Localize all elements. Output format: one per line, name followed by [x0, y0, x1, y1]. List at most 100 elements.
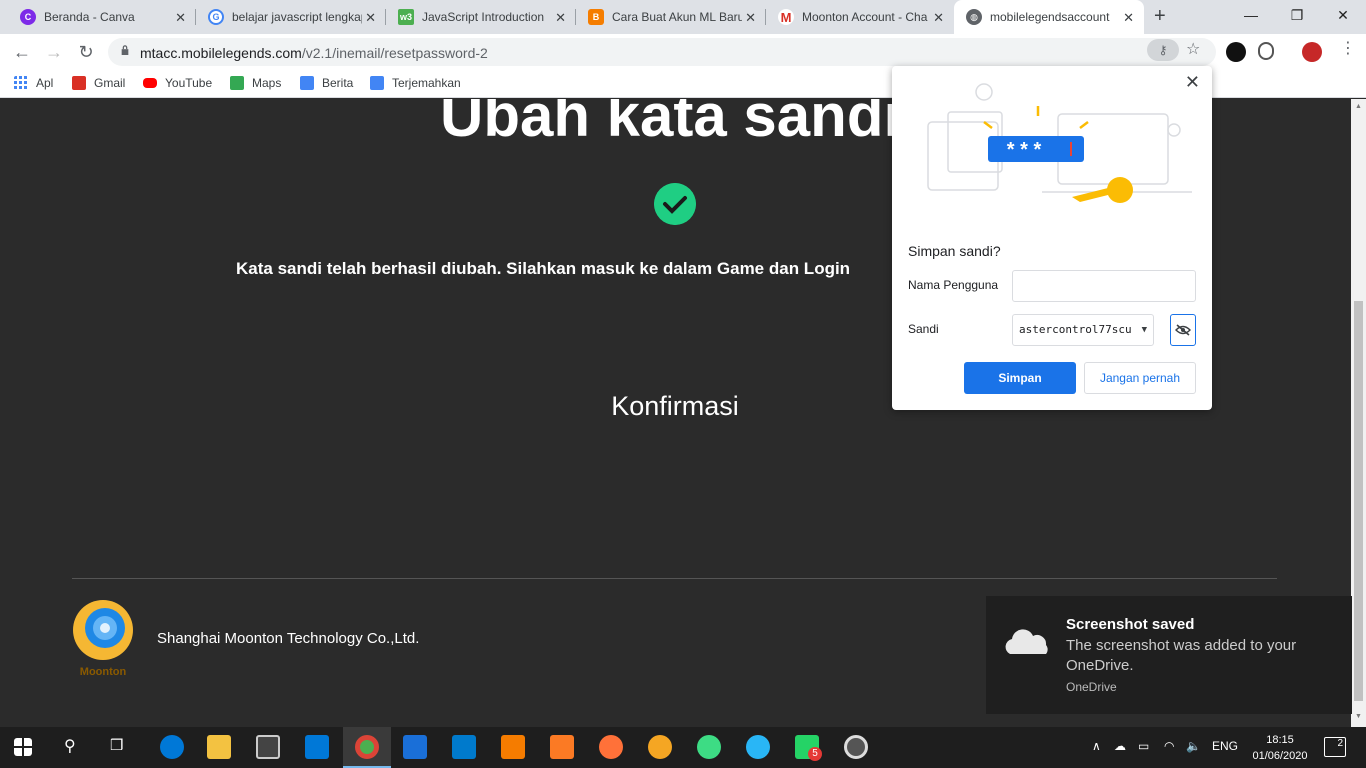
- firefox-icon[interactable]: [599, 735, 623, 759]
- windows-start-icon[interactable]: [14, 738, 32, 756]
- password-label: Sandi: [908, 322, 939, 336]
- forward-button[interactable]: →: [42, 40, 66, 64]
- tab-title: mobilelegendsaccount: [990, 10, 1110, 24]
- clock-time: 18:15: [1266, 734, 1294, 746]
- password-value: astercontrol77scu: [1019, 323, 1132, 336]
- language-indicator[interactable]: ENG: [1212, 739, 1238, 753]
- tab-title: JavaScript Introduction: [422, 10, 545, 24]
- sublime-icon[interactable]: [501, 735, 525, 759]
- vscode-icon[interactable]: [452, 735, 476, 759]
- address-bar[interactable]: mtacc.mobilelegends.com/v2.1/inemail/res…: [108, 38, 1216, 66]
- scroll-up-icon[interactable]: ▲: [1355, 103, 1362, 110]
- tab-google[interactable]: G belajar javascript lengkap ✕: [196, 0, 386, 34]
- onedrive-cloud-icon: [1005, 629, 1048, 654]
- username-field[interactable]: [1012, 270, 1196, 302]
- clock[interactable]: 18:15 01/06/2020: [1244, 732, 1316, 764]
- obs-icon[interactable]: [844, 735, 868, 759]
- chrome-icon: [355, 735, 379, 759]
- tab-title: Cara Buat Akun ML Baru: [612, 10, 742, 24]
- tab-canva[interactable]: C Beranda - Canva ✕: [8, 0, 196, 34]
- notification-center-button[interactable]: 2: [1324, 737, 1346, 757]
- profile-avatar[interactable]: [1302, 42, 1322, 62]
- volume-icon[interactable]: 🔈: [1186, 739, 1201, 753]
- bookmark-gmail[interactable]: Gmail: [72, 76, 125, 90]
- scroll-down-icon[interactable]: ▼: [1355, 713, 1362, 720]
- scrollbar-thumb[interactable]: [1354, 301, 1363, 701]
- xampp-icon[interactable]: [550, 735, 574, 759]
- confirm-button[interactable]: Konfirmasi: [540, 391, 810, 422]
- notification-toast[interactable]: Screenshot saved The screenshot was adde…: [986, 596, 1352, 714]
- news-icon: [300, 76, 314, 90]
- close-icon[interactable]: ✕: [175, 10, 186, 26]
- bookmark-maps[interactable]: Maps: [230, 76, 281, 90]
- moonton-logo: Moonton: [73, 600, 133, 677]
- reload-button[interactable]: ↻: [74, 40, 98, 64]
- file-explorer-icon[interactable]: [207, 735, 231, 759]
- toast-source: OneDrive: [1066, 680, 1117, 694]
- close-icon[interactable]: ✕: [933, 10, 944, 26]
- google-icon: G: [208, 9, 224, 25]
- bookmark-translate[interactable]: Terjemahkan: [370, 76, 461, 90]
- bookmark-apps[interactable]: Apl: [14, 76, 53, 90]
- w3schools-icon: w3: [398, 9, 414, 25]
- canva-icon: C: [20, 9, 36, 25]
- tab-title: Moonton Account - Cha: [802, 10, 928, 24]
- wps-icon[interactable]: [403, 735, 427, 759]
- task-view-icon[interactable]: ❒: [110, 736, 123, 754]
- success-message: Kata sandi telah berhasil diubah. Silahk…: [236, 259, 851, 278]
- bookmark-label: Apl: [36, 76, 54, 90]
- bookmark-star-icon[interactable]: ☆: [1186, 39, 1200, 59]
- close-icon[interactable]: ✕: [365, 10, 376, 26]
- bookmark-label: Terjemahkan: [392, 76, 461, 90]
- tab-gmail[interactable]: M Moonton Account - Cha ✕: [766, 0, 954, 34]
- close-icon[interactable]: ✕: [1123, 10, 1134, 26]
- bookmark-label: Maps: [252, 76, 282, 90]
- app-icon[interactable]: [746, 735, 770, 759]
- apps-grid-icon: [14, 76, 27, 89]
- never-button[interactable]: Jangan pernah: [1084, 362, 1196, 394]
- clock-date: 01/06/2020: [1252, 750, 1308, 762]
- bookmark-youtube[interactable]: YouTube: [143, 76, 212, 90]
- key-icon[interactable]: ⚷: [1147, 39, 1179, 61]
- window-close-button[interactable]: ✕: [1320, 0, 1366, 30]
- chevron-up-icon[interactable]: ∧: [1092, 739, 1101, 753]
- edge-icon[interactable]: [160, 735, 184, 759]
- android-studio-icon[interactable]: [697, 735, 721, 759]
- gmail-icon: [72, 76, 86, 90]
- tab-w3schools[interactable]: w3 JavaScript Introduction ✕: [386, 0, 576, 34]
- company-name: Shanghai Moonton Technology Co.,Ltd.: [157, 630, 420, 647]
- notification-count: 2: [1337, 738, 1343, 749]
- minimize-button[interactable]: —: [1228, 0, 1274, 30]
- maximize-button[interactable]: ❐: [1274, 0, 1320, 30]
- tab-strip: C Beranda - Canva ✕ G belajar javascript…: [0, 0, 1366, 34]
- scrollbar[interactable]: ▲ ▼: [1351, 99, 1366, 727]
- close-icon[interactable]: ✕: [555, 10, 566, 26]
- back-button[interactable]: ←: [10, 40, 34, 64]
- toast-title: Screenshot saved: [1066, 616, 1195, 633]
- password-select[interactable]: astercontrol77scu ▼: [1012, 314, 1154, 346]
- vpn-icon[interactable]: [648, 735, 672, 759]
- bookmark-berita[interactable]: Berita: [300, 76, 353, 90]
- tab-active-mobilelegends[interactable]: ◍ mobilelegendsaccount ✕: [954, 0, 1144, 34]
- footer-divider: [72, 578, 1277, 579]
- onedrive-tray-icon[interactable]: ☁: [1114, 739, 1126, 753]
- page-title: Ubah kata sandi: [440, 99, 901, 149]
- whatsapp-badge: 5: [808, 747, 822, 761]
- mail-icon[interactable]: [305, 735, 329, 759]
- tab-title: belajar javascript lengkap: [232, 10, 362, 24]
- close-icon[interactable]: ✕: [745, 10, 756, 26]
- toast-body: The screenshot was added to your OneDriv…: [1066, 637, 1297, 674]
- search-icon[interactable]: ⚲: [64, 736, 76, 756]
- extension-icon[interactable]: [1226, 42, 1246, 62]
- new-tab-button[interactable]: +: [1154, 5, 1166, 28]
- eye-off-icon[interactable]: [1170, 314, 1196, 346]
- dialog-title: Simpan sandi?: [908, 243, 1001, 259]
- translate-icon: [370, 76, 384, 90]
- menu-icon[interactable]: ⋮: [1340, 38, 1356, 58]
- tab-blogger[interactable]: B Cara Buat Akun ML Baru ✕: [576, 0, 766, 34]
- store-icon[interactable]: [256, 735, 280, 759]
- battery-icon[interactable]: ▭: [1138, 739, 1149, 753]
- save-button[interactable]: Simpan: [964, 362, 1076, 394]
- extension-icon[interactable]: [1258, 42, 1274, 60]
- wifi-icon[interactable]: ◠: [1164, 739, 1174, 753]
